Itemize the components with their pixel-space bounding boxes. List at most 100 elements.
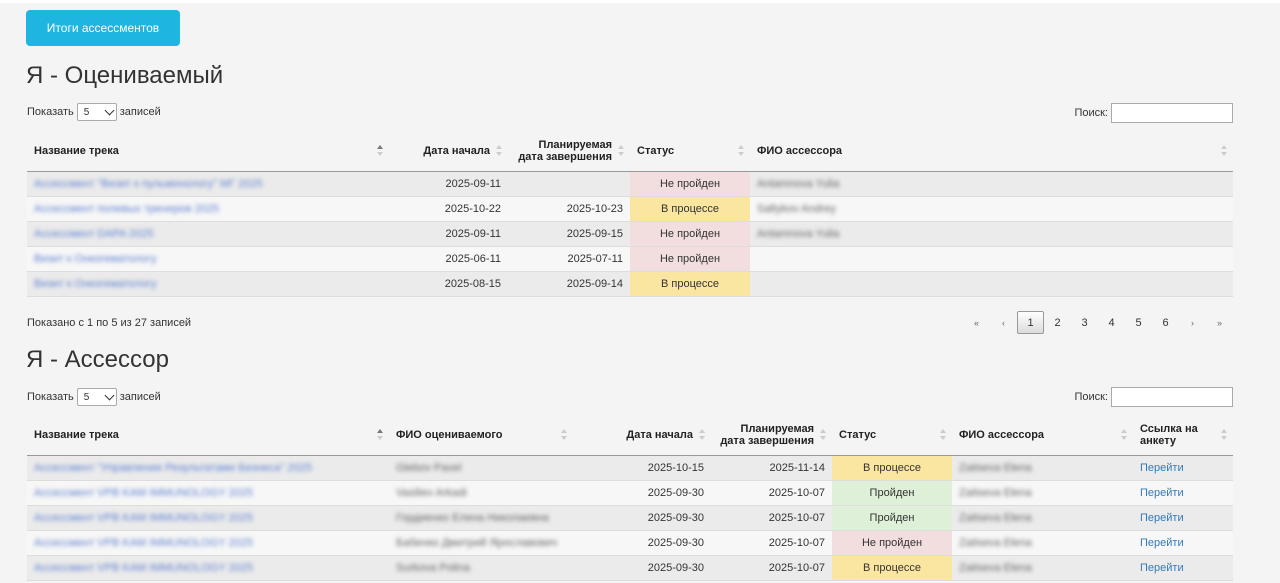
sort-icon (1121, 429, 1127, 441)
form-link[interactable]: Перейти (1140, 562, 1184, 574)
length-label-before: Показать (27, 391, 74, 403)
track-cell[interactable]: Ассессмент "Визит к пульмонологу" МГ 202… (27, 171, 389, 197)
assessor-cell: Zaitseva Elena (952, 455, 1133, 481)
status-badge: Не пройден (832, 530, 952, 556)
status-badge: В процессе (630, 196, 750, 222)
form-link[interactable]: Перейти (1140, 462, 1184, 474)
pagination-page-4[interactable]: 4 (1098, 311, 1125, 334)
track-cell[interactable]: Ассессмент VPB KAM IMMUNOLOGY 2025 (27, 530, 389, 556)
search-input-1[interactable] (1111, 103, 1233, 123)
length-label-after: записей (119, 106, 161, 118)
sort-icon (940, 429, 946, 441)
chevron-down-icon (104, 105, 115, 115)
end-cell: 2025-10-07 (711, 530, 832, 556)
end-cell: 2025-09-15 (508, 221, 630, 247)
length-label-after: записей (119, 391, 161, 403)
track-cell[interactable]: Ассессмент VPB KAM IMMUNOLOGY 2025 (27, 555, 389, 581)
start-cell: 2025-09-30 (573, 480, 711, 506)
start-cell: 2025-09-11 (389, 171, 508, 197)
pagination-page-5[interactable]: 5 (1125, 311, 1152, 334)
status-badge: В процессе (832, 555, 952, 581)
section-title-assessee: Я - Оцениваемый (26, 62, 224, 89)
track-cell[interactable]: Ассессмент VPB KAM IMMUNOLOGY 2025 (27, 505, 389, 531)
col-planned-end[interactable]: Планируемая дата завершения (508, 131, 630, 172)
table-row: Визит к Онкогематологу 2025-08-15 2025-0… (27, 271, 1233, 297)
table-header-row: Название трека ФИО оцениваемого Дата нач… (27, 415, 1233, 456)
form-link[interactable]: Перейти (1140, 487, 1184, 499)
table-row: Ассессмент "Управление Результатами Бизн… (27, 455, 1233, 481)
length-select-2[interactable]: 5 (76, 388, 117, 406)
col-start-date[interactable]: Дата начала (389, 131, 508, 172)
assessor-cell: Zaitseva Elena (952, 530, 1133, 556)
col-start-date[interactable]: Дата начала (573, 415, 711, 456)
start-cell: 2025-09-30 (573, 505, 711, 531)
assessor-cell: Zaitseva Elena (952, 555, 1133, 581)
col-track-name[interactable]: Название трека (27, 415, 389, 456)
track-cell[interactable]: Ассессмент VPB KAM IMMUNOLOGY 2025 (27, 480, 389, 506)
pagination-first[interactable]: « (963, 311, 990, 334)
sort-icon (561, 429, 567, 441)
end-cell: 2025-10-23 (508, 196, 630, 222)
section-title-assessor: Я - Ассессор (26, 346, 169, 373)
end-cell: 2025-10-07 (711, 555, 832, 581)
track-cell[interactable]: Ассессмент "Управление Результатами Бизн… (27, 455, 389, 481)
chevron-down-icon (104, 390, 115, 400)
sort-icon (377, 429, 383, 441)
sort-icon (618, 145, 624, 157)
assessee-cell: Surkova Polina (389, 555, 573, 581)
end-cell: 2025-09-14 (508, 271, 630, 297)
pagination-last[interactable]: » (1206, 311, 1233, 334)
length-value: 5 (83, 391, 90, 403)
search-input-2[interactable] (1111, 387, 1233, 407)
col-status[interactable]: Статус (832, 415, 952, 456)
pagination-next[interactable]: › (1179, 311, 1206, 334)
track-cell[interactable]: Визит к Онкогематологу (27, 246, 389, 272)
sort-icon (820, 429, 826, 441)
assessor-cell (750, 271, 1233, 297)
status-badge: Не пройден (630, 221, 750, 247)
sort-icon (699, 429, 705, 441)
col-form-link[interactable]: Ссылка на анкету (1133, 415, 1233, 456)
track-cell[interactable]: Ассессмент полевых тренеров 2025 (27, 196, 389, 222)
table-row: Ассессмент VPB KAM IMMUNOLOGY 2025 Бабен… (27, 530, 1233, 556)
pagination-prev[interactable]: ‹ (990, 311, 1017, 334)
sort-icon (496, 145, 502, 157)
col-planned-end[interactable]: Планируемая дата завершения (711, 415, 832, 456)
start-cell: 2025-09-11 (389, 221, 508, 247)
col-assessor[interactable]: ФИО ассессора (750, 131, 1233, 172)
form-link[interactable]: Перейти (1140, 537, 1184, 549)
status-badge: Пройден (832, 505, 952, 531)
end-cell: 2025-11-14 (711, 455, 832, 481)
assessment-results-button[interactable]: Итоги ассессментов (26, 10, 180, 46)
form-link-cell: Перейти (1133, 530, 1233, 556)
search-control-1: Поиск: (1074, 103, 1233, 123)
status-badge: Пройден (832, 480, 952, 506)
start-cell: 2025-08-15 (389, 271, 508, 297)
status-badge: Не пройден (630, 171, 750, 197)
track-cell[interactable]: Ассессмент DAPA 2025 (27, 221, 389, 247)
col-assessor[interactable]: ФИО ассессора (952, 415, 1133, 456)
form-link[interactable]: Перейти (1140, 512, 1184, 524)
pagination-page-1[interactable]: 1 (1017, 311, 1044, 334)
pagination-page-2[interactable]: 2 (1044, 311, 1071, 334)
assessor-cell: Saltykov Andrey (750, 196, 1233, 222)
col-status[interactable]: Статус (630, 131, 750, 172)
table-row: Ассессмент DAPA 2025 2025-09-11 2025-09-… (27, 221, 1233, 247)
assessor-cell: Antamnova Yulia (750, 171, 1233, 197)
assessee-cell: Glebov Pavel (389, 455, 573, 481)
col-track-name[interactable]: Название трека (27, 131, 389, 172)
search-label: Поиск: (1074, 391, 1108, 403)
col-assessee[interactable]: ФИО оцениваемого (389, 415, 573, 456)
pagination-page-6[interactable]: 6 (1152, 311, 1179, 334)
assessor-cell (750, 246, 1233, 272)
status-badge: В процессе (832, 455, 952, 481)
track-cell[interactable]: Визит к Онкогематологу (27, 271, 389, 297)
assessor-cell: Zaitseva Elena (952, 505, 1133, 531)
length-select-1[interactable]: 5 (76, 103, 117, 121)
end-cell: 2025-07-11 (508, 246, 630, 272)
table-row: Ассессмент полевых тренеров 2025 2025-10… (27, 196, 1233, 222)
sort-icon (1221, 429, 1227, 441)
pagination-page-3[interactable]: 3 (1071, 311, 1098, 334)
assessee-cell: Бабенко Дмитрий Ярославович (389, 530, 573, 556)
status-badge: Не пройден (630, 246, 750, 272)
